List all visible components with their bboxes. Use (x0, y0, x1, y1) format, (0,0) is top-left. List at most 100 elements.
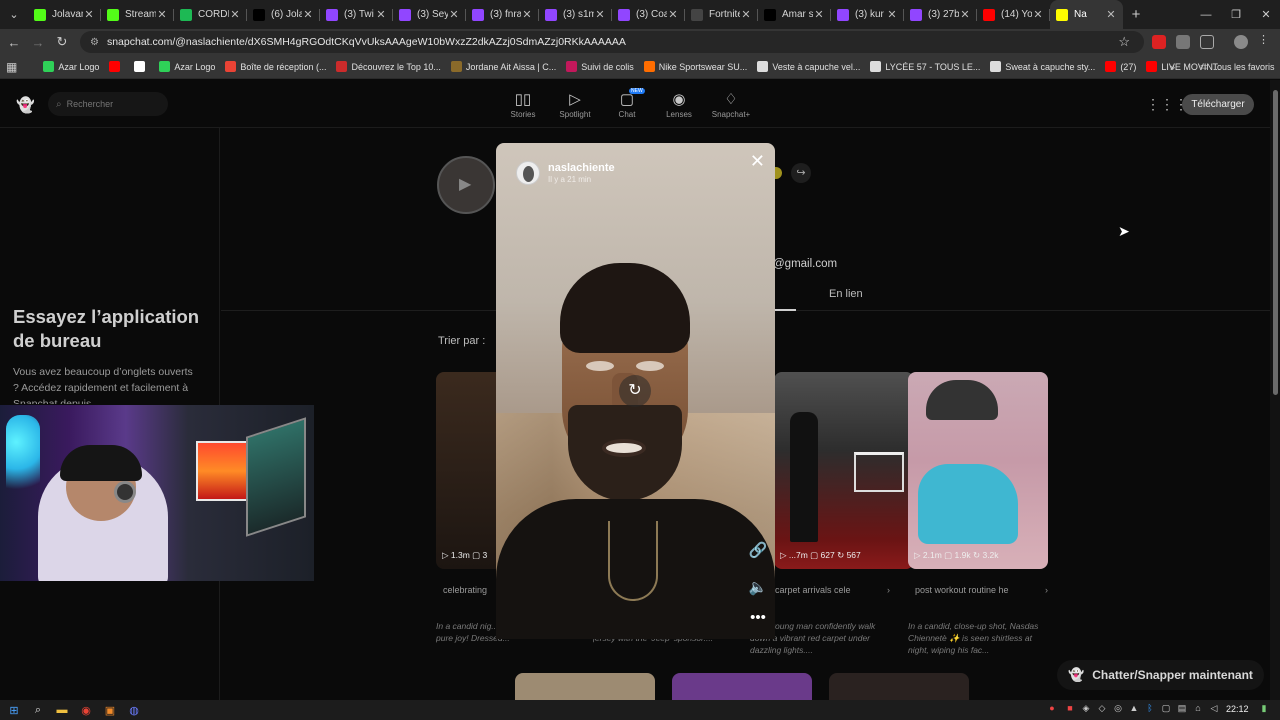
browser-tab[interactable]: (3) 27b ✕ (904, 0, 977, 29)
link-icon[interactable]: 🔗 (748, 541, 768, 559)
share-icon[interactable]: ↪ (791, 163, 811, 183)
more-bookmarks-icon[interactable]: » (1170, 62, 1175, 72)
reload-button[interactable]: ↻ (50, 34, 74, 50)
tab-close-icon[interactable]: ✕ (740, 8, 752, 21)
apps-grid-icon[interactable]: ▦ (6, 60, 17, 74)
mic-icon[interactable]: ● (1046, 703, 1058, 717)
nav-chat[interactable]: ▢ NEW Chat (605, 88, 649, 119)
tab-close-icon[interactable]: ✕ (594, 8, 606, 21)
tray-app-icon[interactable]: ▤ (1176, 703, 1188, 717)
replay-icon[interactable]: ↻ (619, 375, 651, 407)
topic-chip[interactable]: carpet arrivals cele (775, 585, 851, 595)
app-icon[interactable]: ▣ (98, 700, 122, 720)
nav-lenses[interactable]: ◉ Lenses (657, 90, 701, 119)
tab-close-icon[interactable]: ✕ (813, 8, 825, 21)
tray-app-icon[interactable]: ▢ (1160, 703, 1172, 717)
bookmark-item[interactable] (109, 61, 124, 72)
story-username[interactable]: naslachiente (548, 162, 615, 174)
bookmark-item[interactable]: Azar Logo (159, 61, 215, 72)
nav-stories[interactable]: ▯▯ Stories (501, 90, 545, 119)
chip-scroll-icon[interactable]: › (887, 585, 890, 595)
tray-app-icon[interactable]: ▲ (1128, 703, 1140, 717)
browser-tab[interactable]: Stream ✕ (101, 0, 174, 29)
bookmark-item[interactable]: LYCÉE 57 - TOUS LE... (870, 61, 980, 72)
scrollbar-thumb[interactable] (1273, 90, 1278, 395)
browser-tab[interactable]: Fortnite ✕ (685, 0, 758, 29)
story-avatar[interactable] (516, 161, 540, 185)
browser-tab[interactable]: (3) s1m ✕ (539, 0, 612, 29)
browser-tab[interactable]: (3) fnra ✕ (466, 0, 539, 29)
profile-avatar[interactable] (1234, 35, 1248, 49)
start-button[interactable]: ⊞ (2, 700, 26, 720)
browser-tab[interactable]: (3) kur ✕ (831, 0, 904, 29)
browser-tab[interactable]: (3) Sey ✕ (393, 0, 466, 29)
tab-en-lien[interactable]: En lien (829, 288, 863, 300)
page-scrollbar[interactable] (1270, 80, 1280, 700)
bookmark-item[interactable]: Veste à capuche vel... (757, 61, 860, 72)
browser-tab[interactable]: (14) Yo ✕ (977, 0, 1050, 29)
spotlight-card[interactable] (829, 673, 969, 700)
tab-search-button[interactable]: ⌄ (0, 0, 28, 29)
volume-icon[interactable]: 🔈 (748, 578, 768, 596)
snapchat-ghost-icon[interactable]: 👻 (16, 96, 35, 114)
tray-app-icon[interactable]: ■ (1064, 703, 1076, 717)
tab-close-icon[interactable]: ✕ (886, 8, 898, 21)
profile-email[interactable]: @gmail.com (773, 258, 837, 270)
spotlight-card[interactable] (672, 673, 812, 700)
browser-tab[interactable]: (3) Twi ✕ (320, 0, 393, 29)
all-bookmarks-folder[interactable]: ▭ Tous les favoris (1200, 61, 1275, 72)
extensions-puzzle-icon[interactable] (1200, 35, 1214, 49)
tab-close-icon[interactable]: ✕ (448, 8, 460, 21)
browser-tab[interactable]: Jolavan✕ (28, 0, 101, 29)
search-icon[interactable]: ⌕ (26, 700, 50, 720)
tab-close-icon[interactable]: ✕ (959, 8, 971, 21)
file-explorer-icon[interactable]: ▬ (50, 700, 74, 720)
notification-icon[interactable]: ▮ (1258, 703, 1270, 717)
chip-scroll-icon[interactable]: › (1045, 585, 1048, 595)
browser-tab[interactable]: Na ✕ (1050, 0, 1123, 29)
tab-close-icon[interactable]: ✕ (1032, 8, 1044, 21)
maximize-button[interactable]: ❐ (1220, 0, 1252, 29)
close-window-button[interactable]: ✕ (1250, 0, 1280, 29)
bookmark-star-icon[interactable]: ☆ (1118, 34, 1130, 50)
address-bar[interactable]: ⚙ snapchat.com/@naslachiente/dX6SMH4gRGO… (80, 31, 1144, 53)
network-icon[interactable]: ⌂ (1192, 703, 1204, 717)
browser-tab[interactable]: Amar s ✕ (758, 0, 831, 29)
bookmark-item[interactable]: (27) (1105, 61, 1136, 72)
clock[interactable]: 22:12 (1226, 704, 1249, 714)
back-button[interactable]: ← (2, 35, 26, 50)
minimize-button[interactable]: — (1190, 0, 1222, 29)
extension-icon[interactable] (1152, 35, 1166, 49)
spotlight-card[interactable] (515, 673, 655, 700)
tray-app-icon[interactable]: ◈ (1080, 703, 1092, 717)
topic-chip[interactable]: celebrating (443, 585, 487, 595)
bookmark-item[interactable]: Nike Sportswear SU... (643, 61, 747, 72)
tab-close-icon[interactable]: ✕ (229, 8, 241, 21)
new-tab-button[interactable]: + (1123, 6, 1149, 23)
chrome-icon[interactable]: ◉ (74, 700, 98, 720)
tab-close-icon[interactable]: ✕ (156, 8, 168, 21)
apps-grid-icon[interactable]: ⋮⋮⋮ (1146, 96, 1188, 112)
browser-tab[interactable]: CORDI ✕ (174, 0, 247, 29)
close-icon[interactable]: ✕ (750, 151, 765, 172)
bookmark-item[interactable] (134, 61, 149, 72)
browser-tab[interactable]: (6) Jola ✕ (247, 0, 320, 29)
browser-tab[interactable]: (3) Coa ✕ (612, 0, 685, 29)
more-options-icon[interactable]: ••• (748, 609, 768, 626)
nav-snapchat[interactable]: ♢ Snapchat+ (709, 90, 753, 119)
nav-spotlight[interactable]: ▷ Spotlight (553, 90, 597, 119)
tab-close-icon[interactable]: ✕ (667, 8, 679, 21)
chrome-menu-icon[interactable]: ⋮ (1258, 33, 1272, 47)
bookmark-item[interactable]: Jordane Ait Aissa | C... (450, 61, 556, 72)
tray-app-icon[interactable]: ◎ (1112, 703, 1124, 717)
bluetooth-icon[interactable]: ᛒ (1144, 703, 1156, 717)
tray-app-icon[interactable]: ◇ (1096, 703, 1108, 717)
volume-icon[interactable]: ◁ (1208, 703, 1220, 717)
tab-close-icon[interactable]: ✕ (521, 8, 533, 21)
spotlight-card[interactable]: ▷ 2.1m ▢ 1.9k ↻ 3.2k (908, 372, 1048, 569)
discord-icon[interactable]: ◍ (122, 700, 146, 720)
bookmark-item[interactable]: Suivi de colis (566, 61, 634, 72)
search-input[interactable] (66, 99, 157, 109)
tab-close-icon[interactable]: ✕ (302, 8, 314, 21)
bookmark-item[interactable]: Azar Logo (43, 61, 99, 72)
